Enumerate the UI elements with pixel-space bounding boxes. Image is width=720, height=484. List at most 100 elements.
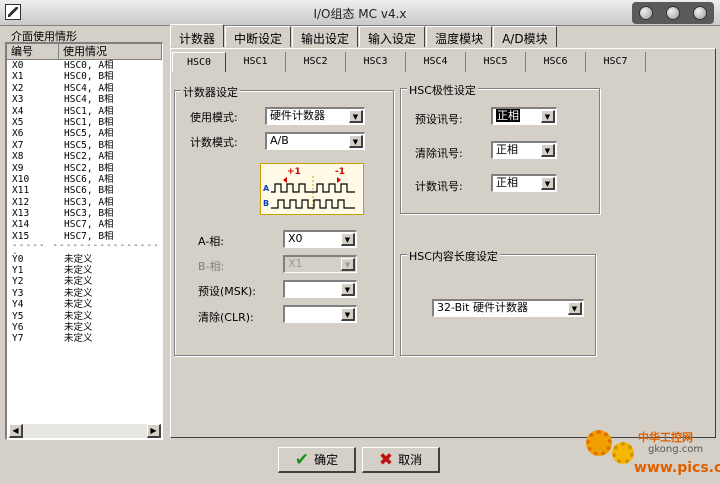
list-item[interactable]: X11 HSC6, B相 [12, 185, 162, 196]
chevron-down-icon[interactable]: ▼ [541, 144, 555, 157]
maximize-button[interactable] [665, 6, 680, 20]
count-mode-select[interactable]: A/B ▼ [265, 132, 365, 150]
chevron-down-icon[interactable]: ▼ [341, 283, 355, 296]
count-signal-select[interactable]: 正相 ▼ [491, 174, 557, 192]
tab-output[interactable]: 输出设定 [292, 26, 359, 47]
title-bar: I/O组态 MC v4.x [0, 0, 720, 26]
list-item-usage: HSC1, B相 [64, 116, 114, 128]
column-header-number[interactable]: 编号 [7, 44, 59, 59]
use-mode-label: 使用模式: [190, 111, 238, 124]
list-item-usage: HSC6, B相 [64, 185, 114, 197]
subtab-hsc2[interactable]: HSC2 [286, 52, 346, 72]
list-item[interactable]: Y7 未定义 [12, 333, 162, 344]
chevron-down-icon[interactable]: ▼ [541, 177, 555, 190]
subtab-hsc1[interactable]: HSC1 [226, 52, 286, 72]
list-item[interactable]: X12 HSC3, A相 [12, 197, 162, 208]
scroll-track[interactable] [23, 424, 147, 438]
tab-counter[interactable]: 计数器 [170, 24, 225, 47]
tab-input[interactable]: 输入设定 [359, 26, 426, 47]
close-button[interactable] [693, 6, 708, 20]
list-item[interactable]: Y5 未定义 [12, 311, 162, 322]
chevron-down-icon[interactable]: ▼ [349, 135, 363, 148]
chevron-down-icon[interactable]: ▼ [341, 233, 355, 246]
tab-ad-module[interactable]: A/D模块 [493, 26, 557, 47]
subtab-hsc7[interactable]: HSC7 [586, 52, 646, 72]
count-signal-label: 计数讯号: [415, 180, 463, 193]
hsc-length-select[interactable]: 32-Bit 硬件计数器 ▼ [432, 299, 584, 317]
list-item-number: Y2 [12, 276, 24, 288]
subtab-hsc5[interactable]: HSC5 [466, 52, 526, 72]
list-item-number: X11 [12, 185, 30, 197]
list-item[interactable]: X2 HSC4, A相 [12, 83, 162, 94]
list-item-number: X13 [12, 208, 30, 220]
subtab-hsc3[interactable]: HSC3 [346, 52, 406, 72]
chevron-down-icon[interactable]: ▼ [349, 110, 363, 123]
chevron-down-icon[interactable]: ▼ [541, 110, 555, 123]
count-signal-value: 正相 [496, 176, 518, 189]
a-phase-select[interactable]: X0 ▼ [283, 230, 357, 248]
horizontal-scrollbar[interactable]: ◀ ▶ [9, 424, 161, 438]
tab-temperature[interactable]: 温度模块 [426, 26, 493, 47]
chevron-down-icon[interactable]: ▼ [341, 308, 355, 321]
list-item[interactable]: X3 HSC4, B相 [12, 94, 162, 105]
interface-usage-list[interactable]: 编号 使用情况 X0 HSC0, A相 X1 HSC0, B相 X2 HSC4, A相 X3… [5, 42, 163, 440]
main-tabs: 计数器 中断设定 输出设定 输入设定 温度模块 A/D模块 [170, 24, 558, 48]
hsc-subtabs: HSC0 HSC1 HSC2 HSC3 HSC4 HSC5 HSC6 HSC7 [172, 52, 646, 74]
list-item[interactable]: Y0 未定义 [12, 254, 162, 265]
list-item-number: Y0 [12, 253, 24, 265]
preset-signal-label: 预设讯号: [415, 113, 463, 126]
subtab-hsc6[interactable]: HSC6 [526, 52, 586, 72]
list-item[interactable]: Y6 未定义 [12, 322, 162, 333]
preset-signal-value-wrap: 正相 [493, 109, 540, 124]
interface-usage-panel: 介面使用情形 编号 使用情况 X0 HSC0, A相 X1 HSC0, B相 X2 HSC… [5, 28, 163, 440]
list-item[interactable]: X6 HSC5, A相 [12, 128, 162, 139]
subtab-hsc4[interactable]: HSC4 [406, 52, 466, 72]
list-item-usage: HSC0, B相 [64, 71, 114, 83]
list-item-number: Y6 [12, 321, 24, 333]
list-item[interactable]: X7 HSC5, B相 [12, 140, 162, 151]
chevron-down-icon[interactable]: ▼ [568, 302, 582, 315]
list-item[interactable]: X10 HSC6, A相 [12, 174, 162, 185]
list-item[interactable]: X14 HSC7, A相 [12, 219, 162, 230]
list-header: 编号 使用情况 [7, 44, 162, 60]
subtab-hsc0[interactable]: HSC0 [172, 52, 226, 72]
list-item-usage: HSC0, A相 [64, 60, 114, 71]
scroll-left-button[interactable]: ◀ [9, 424, 23, 438]
list-item[interactable]: X1 HSC0, B相 [12, 71, 162, 82]
list-item[interactable]: Y3 未定义 [12, 288, 162, 299]
list-item[interactable]: X0 HSC0, A相 [12, 60, 162, 71]
list-item[interactable]: Y1 未定义 [12, 265, 162, 276]
list-item-number: X9 [12, 162, 24, 174]
tab-interrupt[interactable]: 中断设定 [225, 26, 292, 47]
ok-button-label: 确定 [314, 453, 339, 467]
clear-clr-value [285, 307, 340, 322]
counter-settings-title: 计数器设定 [181, 84, 240, 100]
list-item-number: X14 [12, 219, 30, 231]
use-mode-select[interactable]: 硬件计数器 ▼ [265, 107, 365, 125]
list-item-number: X3 [12, 94, 24, 106]
preset-signal-select[interactable]: 正相 ▼ [491, 107, 557, 125]
list-item[interactable]: X13 HSC3, B相 [12, 208, 162, 219]
clear-clr-label: 清除(CLR): [198, 311, 254, 324]
list-item[interactable]: X9 HSC2, B相 [12, 163, 162, 174]
cancel-button[interactable]: ✖ 取消 [362, 447, 440, 473]
list-item[interactable]: X4 HSC1, A相 [12, 106, 162, 117]
list-item[interactable]: X8 HSC2, A相 [12, 151, 162, 162]
list-item-usage: HSC1, A相 [64, 105, 114, 117]
list-item[interactable]: X5 HSC1, B相 [12, 117, 162, 128]
chevron-down-icon: ▼ [341, 258, 355, 271]
list-item-number: Y7 [12, 333, 24, 345]
preset-msk-select[interactable]: ▼ [283, 280, 357, 298]
ok-button[interactable]: ✔ 确定 [278, 447, 356, 473]
clear-signal-select[interactable]: 正相 ▼ [491, 141, 557, 159]
scroll-right-button[interactable]: ▶ [147, 424, 161, 438]
list-item[interactable]: Y4 未定义 [12, 299, 162, 310]
list-item[interactable]: Y2 未定义 [12, 276, 162, 287]
list-item-usage: 未定义 [64, 321, 93, 333]
clear-clr-select[interactable]: ▼ [283, 305, 357, 323]
b-phase-label: B-相: [198, 260, 225, 273]
list-item-usage: HSC3, A相 [64, 196, 114, 208]
column-header-usage[interactable]: 使用情况 [59, 44, 162, 59]
list-item-usage: HSC3, B相 [64, 208, 114, 220]
minimize-button[interactable] [638, 6, 653, 20]
